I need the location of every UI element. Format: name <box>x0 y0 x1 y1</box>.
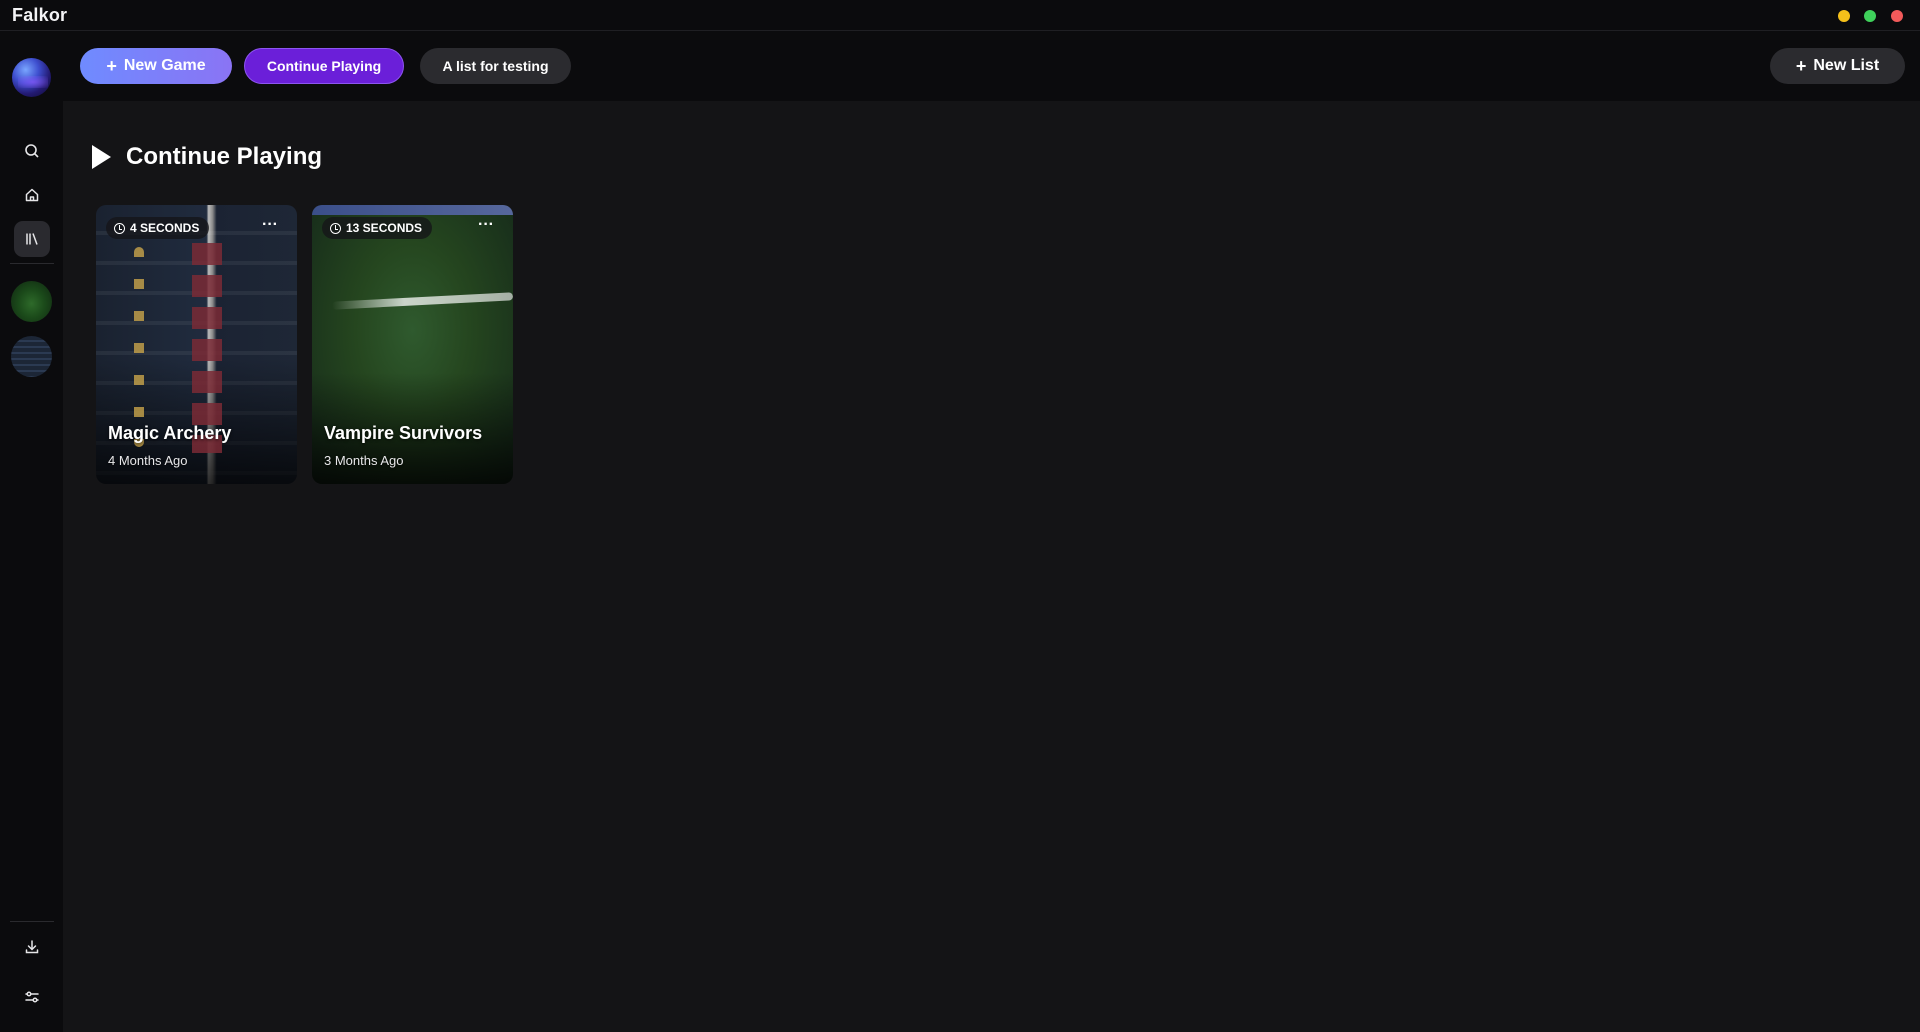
download-icon <box>25 940 39 954</box>
maximize-button[interactable] <box>1864 10 1876 22</box>
sidebar-divider <box>10 263 54 264</box>
play-icon[interactable] <box>92 145 111 169</box>
plus-icon: + <box>106 56 117 76</box>
close-button[interactable] <box>1891 10 1903 22</box>
clock-icon <box>330 222 341 234</box>
settings-button[interactable] <box>14 979 50 1015</box>
library-button[interactable] <box>14 221 50 257</box>
sliders-icon <box>25 991 39 1003</box>
sidebar-game-magic-archery[interactable] <box>11 336 52 377</box>
top-nav: + New Game Continue Playing A list for t… <box>63 31 1920 101</box>
section-header: Continue Playing <box>92 143 322 171</box>
game-art <box>331 292 513 310</box>
tab-continue-playing-label: Continue Playing <box>266 58 382 74</box>
downloads-button[interactable] <box>14 929 50 965</box>
playtime-text: 4 SECONDS <box>130 221 200 235</box>
new-list-label: New List <box>1813 57 1880 74</box>
new-game-label: New Game <box>123 57 206 74</box>
last-played: 3 Months Ago <box>324 453 404 468</box>
sidebar <box>0 31 63 1032</box>
game-art <box>312 205 513 215</box>
section-title: Continue Playing <box>126 143 323 170</box>
tab-continue-playing[interactable]: Continue Playing <box>244 48 404 84</box>
last-played: 4 Months Ago <box>108 453 188 468</box>
more-options-icon[interactable]: ··· <box>475 217 497 239</box>
clock-icon <box>114 222 125 234</box>
game-art <box>192 243 222 453</box>
minimize-button[interactable] <box>1838 10 1850 22</box>
home-icon <box>25 188 39 202</box>
game-title: Magic Archery <box>108 423 232 443</box>
new-game-button[interactable]: + New Game <box>80 48 232 84</box>
playtime-badge: 13 SECONDS <box>322 217 433 239</box>
tab-list-label: A list for testing <box>442 58 549 74</box>
sidebar-divider-bottom <box>10 921 54 922</box>
playtime-text: 13 SECONDS <box>346 221 423 235</box>
sidebar-game-vampire-survivors[interactable] <box>11 281 52 322</box>
playtime-badge: 4 SECONDS <box>106 217 210 239</box>
game-card-vampire-survivors[interactable]: 13 SECONDS ··· Vampire Survivors 3 Month… <box>312 205 513 484</box>
more-options-icon[interactable]: ··· <box>259 217 281 239</box>
game-card-magic-archery[interactable]: 4 SECONDS ··· Magic Archery 4 Months Ago <box>96 205 297 484</box>
title-bar: Falkor <box>0 0 1920 31</box>
search-button[interactable] <box>14 133 50 169</box>
game-art <box>134 247 144 447</box>
search-icon <box>25 144 39 158</box>
game-title: Vampire Survivors <box>324 423 483 443</box>
profile-avatar[interactable] <box>12 58 51 97</box>
home-button[interactable] <box>14 177 50 213</box>
library-icon <box>26 233 38 245</box>
plus-icon: + <box>1795 56 1807 76</box>
app-title: Falkor <box>12 5 68 25</box>
new-list-button[interactable]: + New List <box>1770 48 1905 84</box>
tab-list-for-testing[interactable]: A list for testing <box>420 48 571 84</box>
